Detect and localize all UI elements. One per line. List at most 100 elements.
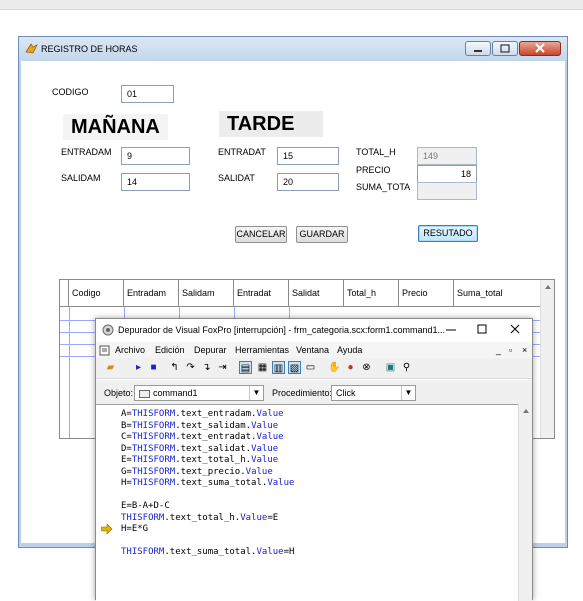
- grid-header-entradat[interactable]: Entradat: [234, 280, 289, 307]
- minimize-button[interactable]: [465, 41, 491, 56]
- total-h-label: TOTAL_H: [356, 147, 396, 157]
- guardar-button[interactable]: GUARDAR: [296, 226, 348, 243]
- code-token: Value: [267, 478, 295, 488]
- manana-heading: MAÑANA: [63, 114, 168, 140]
- code-token: Value: [256, 432, 284, 442]
- menu-ventana[interactable]: Ventana: [296, 345, 329, 355]
- codigo-label: CODIGO: [52, 87, 89, 97]
- code-line: C=THISFORM.text_entradat.Value: [121, 432, 284, 442]
- entradam-label: ENTRADAM: [61, 147, 112, 157]
- code-line: E=THISFORM.text_total_h.Value: [121, 455, 278, 465]
- code-token: THISFORM: [131, 455, 176, 465]
- inner-close-icon[interactable]: ×: [522, 345, 527, 355]
- code-token: .text_suma_total.: [175, 478, 268, 488]
- code-line: A=THISFORM.text_entradam.Value: [121, 409, 284, 419]
- code-line: B=THISFORM.text_salidam.Value: [121, 421, 278, 431]
- menu-herramientas[interactable]: Herramientas: [235, 345, 289, 355]
- current-line-arrow-icon: [101, 524, 113, 534]
- code-token: =E: [267, 512, 279, 523]
- grid-header-precio[interactable]: Precio: [399, 280, 454, 307]
- code-token: Value: [240, 512, 268, 523]
- stop-icon[interactable]: ■: [147, 361, 160, 374]
- grid-vertical-scrollbar[interactable]: [540, 280, 554, 438]
- tarde-heading: TARDE: [219, 111, 323, 137]
- entradam-input[interactable]: 9: [121, 147, 190, 165]
- grid-row-selector-header: [60, 280, 69, 307]
- event-tracking-icon[interactable]: ⚲: [400, 361, 413, 374]
- grid-header-salidam[interactable]: Salidam: [179, 280, 234, 307]
- grid-header-suma-total[interactable]: Suma_total: [454, 280, 542, 307]
- precio-input[interactable]: 18: [417, 165, 477, 183]
- suma-total-input[interactable]: [417, 182, 477, 200]
- code-token: .text_entradat.: [175, 432, 257, 442]
- code-token: THISFORM: [131, 432, 176, 442]
- debugger-window: Depurador de Visual FoxPro [interrupción…: [95, 318, 533, 601]
- minimize-icon: [446, 329, 456, 331]
- locals-window-icon[interactable]: ▥: [272, 361, 285, 374]
- salidat-input[interactable]: 20: [277, 173, 339, 191]
- code-line: E=B-A+D-C: [121, 501, 170, 511]
- total-h-input[interactable]: 149: [417, 147, 477, 165]
- code-editor[interactable]: A=THISFORM.text_entradam.Value B=THISFORM…: [96, 404, 520, 601]
- grid-header-salidat[interactable]: Salidat: [289, 280, 344, 307]
- code-token: A=: [121, 409, 132, 419]
- clear-breakpoints-icon[interactable]: ⊗: [360, 361, 373, 374]
- grid-header-entradam[interactable]: Entradam: [124, 280, 179, 307]
- inner-minimize-icon[interactable]: _: [496, 345, 501, 355]
- cancelar-button[interactable]: CANCELAR: [235, 226, 287, 243]
- codigo-input[interactable]: 01: [121, 85, 174, 103]
- form-titlebar[interactable]: REGISTRO DE HORAS: [19, 37, 567, 61]
- maximize-button[interactable]: [492, 41, 518, 56]
- code-token: .text_salidat.: [175, 443, 252, 454]
- code-token: D=: [121, 443, 132, 454]
- hand-icon[interactable]: ✋: [328, 361, 341, 374]
- trace-window-icon[interactable]: ▤: [239, 361, 252, 374]
- code-line: D=THISFORM.text_salidat.Value: [121, 444, 278, 454]
- entradat-input[interactable]: 15: [277, 147, 339, 165]
- debugger-title: Depurador de Visual FoxPro [interrupción…: [118, 325, 445, 335]
- debugger-close-button[interactable]: [500, 322, 530, 338]
- breakpoint-icon[interactable]: ●: [344, 361, 357, 374]
- coverage-icon[interactable]: ▣: [384, 361, 397, 374]
- precio-label: PRECIO: [356, 165, 391, 175]
- procedimiento-select[interactable]: Click ▼: [331, 385, 416, 401]
- code-token: Value: [256, 409, 284, 419]
- command-button-icon: [139, 389, 150, 398]
- close-icon: [535, 43, 545, 53]
- code-line: H=E*G: [121, 524, 148, 534]
- procedimiento-label: Procedimiento:: [272, 388, 333, 398]
- top-strip: [0, 0, 583, 10]
- debugger-minimize-button[interactable]: [436, 322, 466, 338]
- objeto-label: Objeto:: [104, 388, 134, 398]
- run-to-cursor-icon[interactable]: ⇥: [216, 361, 229, 374]
- watch-window-icon[interactable]: ▦: [256, 361, 269, 374]
- code-token: E=: [121, 455, 132, 465]
- salidat-label: SALIDAT: [218, 173, 255, 183]
- salidam-label: SALIDAM: [61, 173, 101, 183]
- close-button[interactable]: [519, 41, 561, 56]
- code-token: C=: [121, 432, 132, 442]
- open-folder-icon[interactable]: ▰: [104, 361, 117, 374]
- step-over-icon[interactable]: ↷: [184, 361, 197, 374]
- objeto-select[interactable]: command1 ▼: [134, 385, 264, 401]
- debugger-titlebar[interactable]: Depurador de Visual FoxPro [interrupción…: [96, 319, 532, 341]
- chevron-down-icon: ▼: [401, 386, 415, 400]
- step-out-icon[interactable]: ↰: [168, 361, 181, 374]
- salidam-input[interactable]: 14: [121, 173, 190, 191]
- grid-header-total-h[interactable]: Total_h: [344, 280, 399, 307]
- menu-ayuda[interactable]: Ayuda: [337, 345, 362, 355]
- grid-header-codigo[interactable]: Codigo: [69, 280, 124, 307]
- inner-restore-icon[interactable]: ▫: [509, 345, 512, 355]
- document-icon[interactable]: [99, 345, 110, 356]
- code-token: Value: [251, 455, 279, 465]
- output-window-icon[interactable]: ▧: [288, 361, 301, 374]
- menu-edicion[interactable]: Edición: [155, 345, 185, 355]
- code-vertical-scrollbar[interactable]: [518, 404, 532, 601]
- menu-depurar[interactable]: Depurar: [194, 345, 227, 355]
- resume-icon[interactable]: ▸: [132, 361, 145, 374]
- resultado-button[interactable]: RESUTADO: [418, 225, 478, 242]
- step-into-icon[interactable]: ↴: [200, 361, 213, 374]
- menu-archivo[interactable]: Archivo: [115, 345, 145, 355]
- debugger-maximize-button[interactable]: [467, 322, 497, 338]
- call-stack-icon[interactable]: ▭: [304, 361, 317, 374]
